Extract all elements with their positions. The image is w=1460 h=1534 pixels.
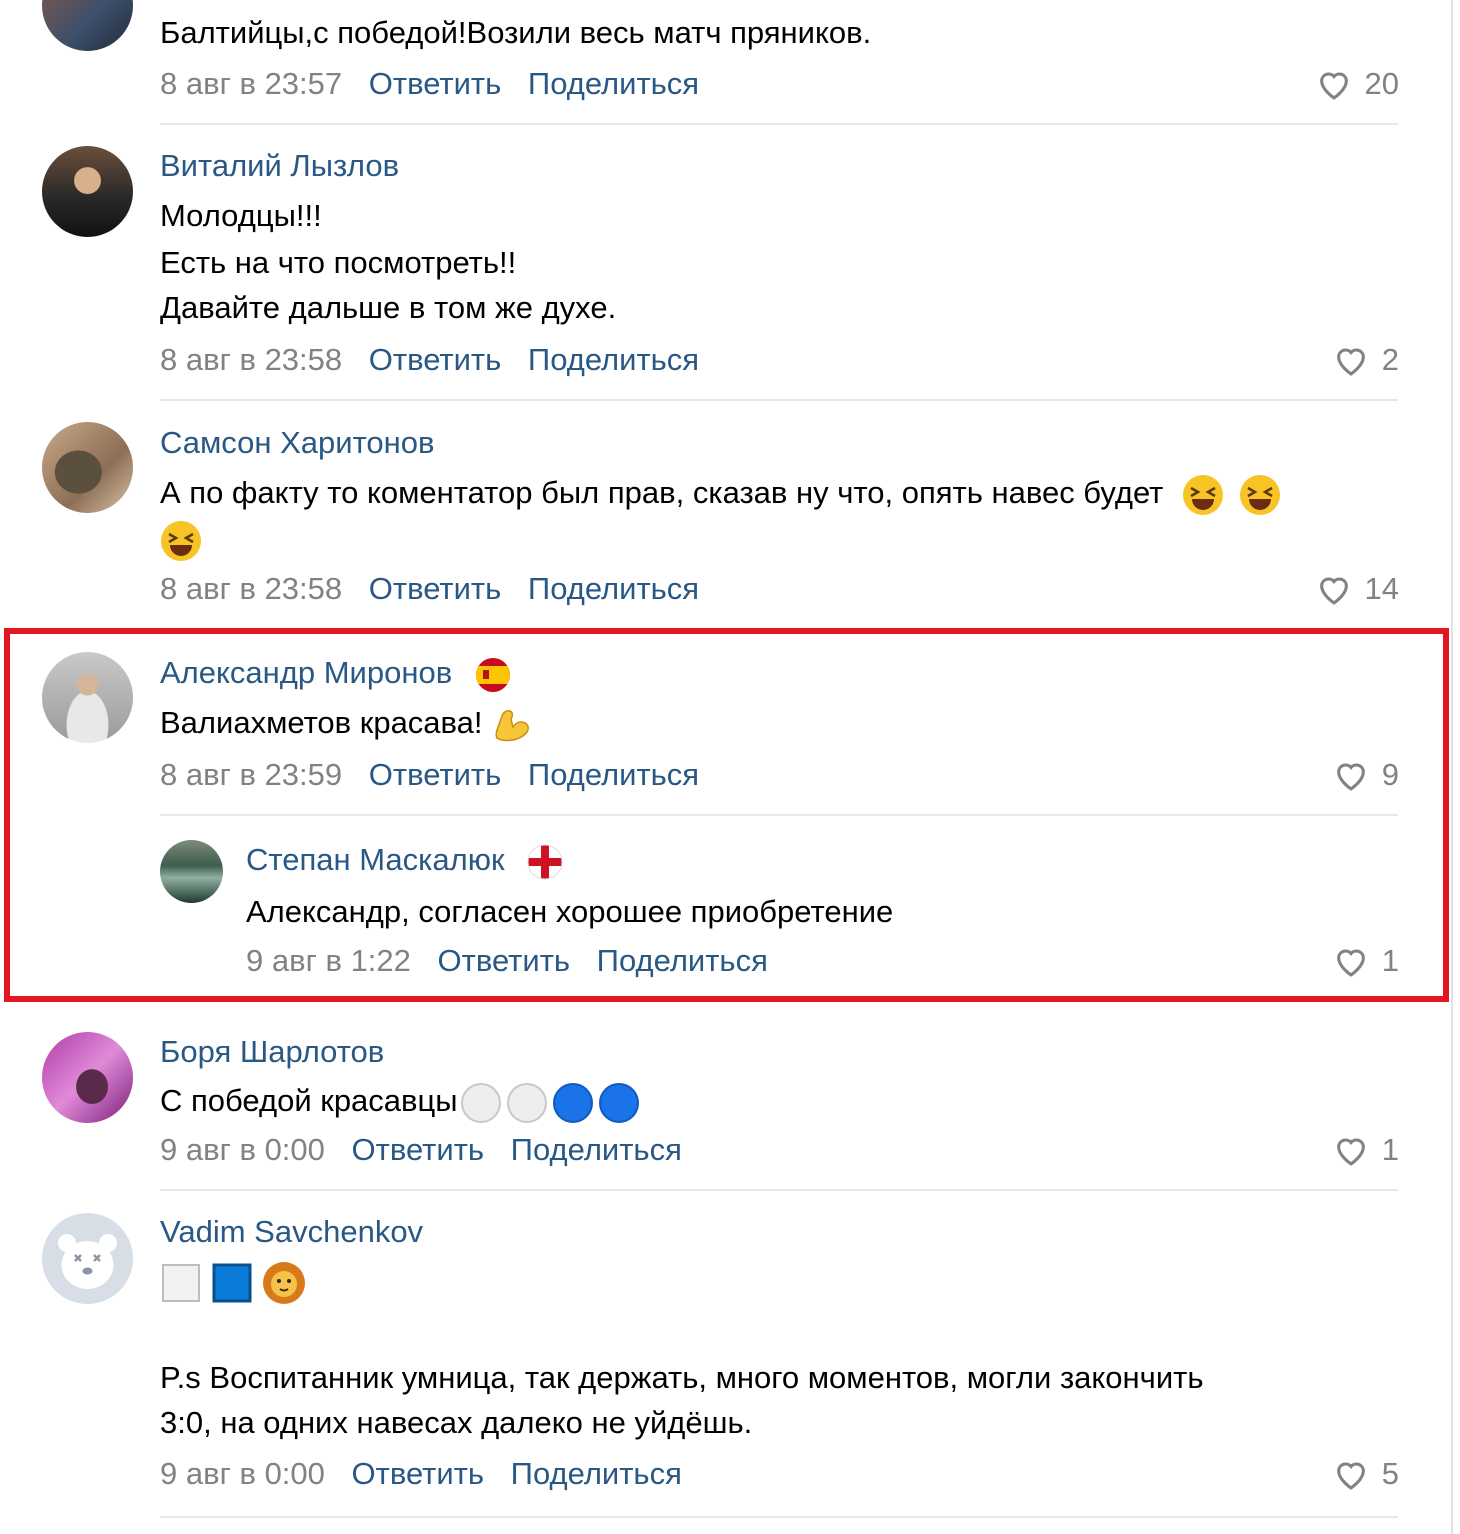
share-button[interactable]: Поделиться — [511, 1456, 682, 1491]
divider — [160, 123, 1398, 125]
heart-icon — [1336, 1138, 1365, 1166]
share-button[interactable]: Поделиться — [528, 342, 699, 377]
reply-button[interactable]: Ответить — [369, 342, 502, 377]
comment-meta: 8 авг в 23:58 Ответить Поделиться — [160, 571, 717, 607]
like-button[interactable]: 9 — [1332, 757, 1399, 793]
blue-circle-icon — [598, 1082, 639, 1123]
comment-text — [160, 1258, 307, 1306]
lion-face-icon — [263, 1261, 306, 1304]
author-name-text: Александр Миронов — [160, 655, 453, 690]
avatar[interactable] — [42, 1032, 133, 1123]
white-square-icon — [162, 1263, 200, 1302]
comment-meta: 9 авг в 0:00 Ответить Поделиться — [160, 1132, 700, 1168]
comment-text: Есть на что посмотреть!! — [160, 245, 517, 280]
comment-text: Молодцы!!! — [160, 198, 322, 233]
avatar[interactable] — [160, 840, 223, 903]
reply-button[interactable]: Ответить — [369, 571, 502, 606]
comment-text: 3:0, на одних навесах далеко не уйдёшь. — [160, 1405, 753, 1440]
avatar[interactable] — [42, 1213, 133, 1304]
like-count: 1 — [1381, 1132, 1399, 1167]
comment-text — [160, 516, 202, 562]
comment-date[interactable]: 9 авг в 1:22 — [246, 943, 411, 978]
share-button[interactable]: Поделиться — [597, 943, 768, 978]
comment-text: А по факту то коментатор был прав, сказа… — [160, 470, 1281, 516]
share-button[interactable]: Поделиться — [511, 1132, 682, 1167]
comment-date[interactable]: 8 авг в 23:58 — [160, 571, 342, 606]
reply-button[interactable]: Ответить — [352, 1132, 485, 1167]
author-name[interactable]: Александр Миронов — [160, 655, 511, 693]
comment-text: Балтийцы,с победой!Возили весь матч прян… — [160, 15, 872, 50]
comment-meta: 9 авг в 1:22 Ответить Поделиться — [246, 943, 786, 979]
reply-button[interactable]: Ответить — [369, 757, 502, 792]
comment-date[interactable]: 9 авг в 0:00 — [160, 1132, 325, 1167]
comment-date[interactable]: 8 авг в 23:57 — [160, 66, 342, 101]
comment-meta: 8 авг в 23:58 Ответить Поделиться — [160, 342, 717, 378]
laughing-face-icon — [1239, 474, 1280, 515]
divider — [160, 399, 1398, 401]
like-button[interactable]: 2 — [1332, 342, 1399, 378]
like-button[interactable]: 14 — [1315, 571, 1399, 607]
author-name-text: Степан Маскалюк — [246, 842, 505, 877]
flexed-biceps-icon — [495, 709, 530, 742]
comment-text: P.s Воспитанник умница, так держать, мно… — [160, 1360, 1204, 1395]
author-name[interactable]: Vadim Savchenkov — [160, 1214, 423, 1250]
like-count: 20 — [1364, 66, 1399, 101]
heart-icon — [1336, 348, 1365, 376]
white-circle-icon — [506, 1082, 547, 1123]
comment-date[interactable]: 8 авг в 23:58 — [160, 342, 342, 377]
author-name[interactable]: Самсон Харитонов — [160, 425, 435, 461]
heart-icon — [1319, 577, 1348, 605]
avatar[interactable] — [42, 422, 133, 513]
author-name[interactable]: Боря Шарлотов — [160, 1034, 384, 1070]
comment-text-line: С победой красавцы — [160, 1083, 458, 1118]
like-count: 1 — [1381, 943, 1399, 978]
comment-meta: 8 авг в 23:59 Ответить Поделиться — [160, 757, 717, 793]
like-button[interactable]: 1 — [1332, 1132, 1399, 1168]
comment-text: С победой красавцы — [160, 1078, 642, 1124]
like-count: 9 — [1381, 757, 1399, 792]
blue-circle-icon — [552, 1082, 593, 1123]
heart-icon — [1336, 1462, 1365, 1490]
author-name[interactable]: Виталий Лызлов — [160, 148, 399, 184]
comment-meta: 9 авг в 0:00 Ответить Поделиться — [160, 1456, 700, 1492]
avatar[interactable] — [42, 0, 133, 51]
blue-square-icon — [212, 1263, 252, 1303]
reply-button[interactable]: Ответить — [438, 943, 571, 978]
like-count: 5 — [1381, 1456, 1399, 1491]
comment-date[interactable]: 9 авг в 0:00 — [160, 1456, 325, 1491]
laughing-face-icon — [161, 520, 201, 561]
like-count: 2 — [1381, 342, 1399, 377]
comment-text-line: А по факту то коментатор был прав, сказа… — [160, 475, 1164, 510]
laughing-face-icon — [1182, 474, 1223, 515]
comment-text: Давайте дальше в том же духе. — [160, 290, 617, 325]
like-button[interactable]: 20 — [1315, 66, 1399, 102]
page-right-border — [1451, 0, 1453, 1534]
like-button[interactable]: 5 — [1332, 1456, 1399, 1492]
comment-text-line: Валиахметов красава! — [160, 705, 483, 740]
divider — [160, 814, 1398, 816]
heart-icon — [1319, 72, 1348, 100]
avatar[interactable] — [42, 146, 133, 237]
share-button[interactable]: Поделиться — [528, 571, 699, 606]
author-name[interactable]: Степан Маскалюк — [246, 842, 563, 880]
reply-button[interactable]: Ответить — [369, 66, 502, 101]
share-button[interactable]: Поделиться — [528, 757, 699, 792]
like-button[interactable]: 1 — [1332, 943, 1399, 979]
default-avatar-bear-icon — [58, 1234, 117, 1289]
comment-text: Александр, согласен хорошее приобретение — [246, 894, 894, 929]
comment-date[interactable]: 8 авг в 23:59 — [160, 757, 342, 792]
heart-icon — [1336, 763, 1365, 791]
like-count: 14 — [1364, 571, 1399, 606]
heart-icon — [1336, 949, 1365, 977]
white-circle-icon — [460, 1082, 501, 1123]
avatar[interactable] — [42, 652, 133, 743]
divider — [160, 1189, 1398, 1191]
england-flag-icon — [527, 844, 563, 880]
reply-button[interactable]: Ответить — [352, 1456, 485, 1491]
share-button[interactable]: Поделиться — [528, 66, 699, 101]
spain-flag-icon — [475, 657, 510, 692]
divider — [160, 1516, 1398, 1518]
comment-text: Валиахметов красава! — [160, 700, 533, 746]
comment-meta: 8 авг в 23:57 Ответить Поделиться — [160, 66, 717, 102]
